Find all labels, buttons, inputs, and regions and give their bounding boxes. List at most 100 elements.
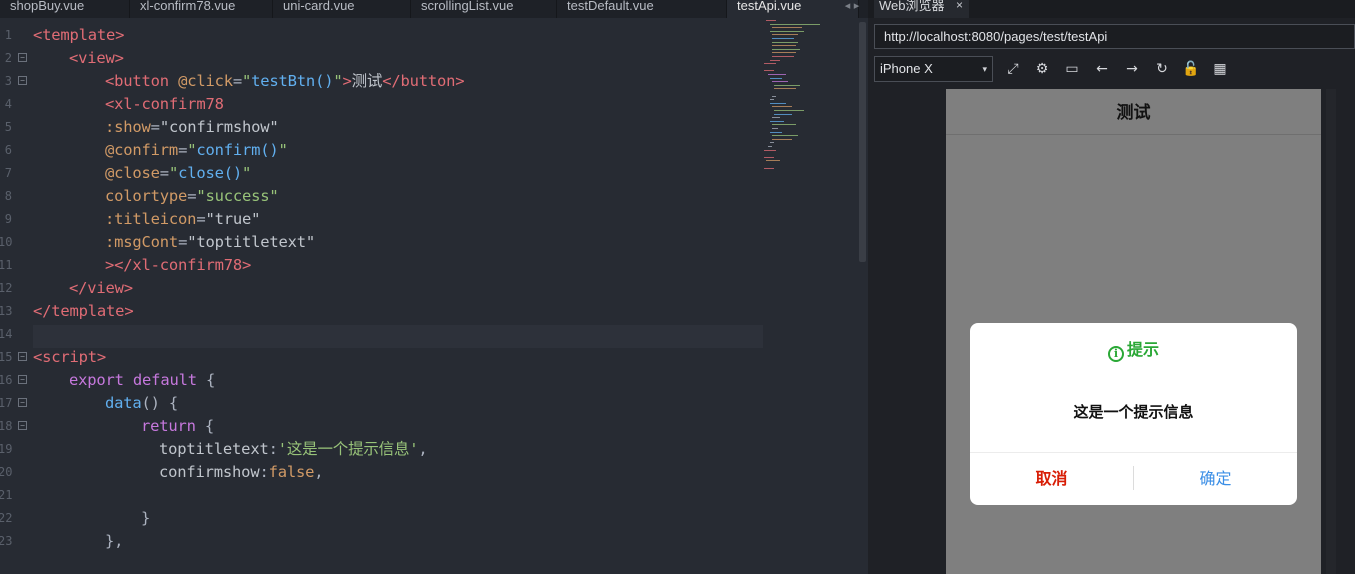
reload-icon[interactable]: ↻ [1152, 59, 1172, 79]
code-token: = [178, 233, 188, 251]
code-line[interactable]: }, [33, 532, 763, 555]
editor-scrollbar[interactable] [859, 22, 866, 262]
code-line[interactable]: ></xl-confirm78> [33, 256, 763, 279]
editor-tab[interactable]: scrollingList.vue [411, 0, 557, 18]
line-number-gutter: 1 2−3−4 5 6 7 8 9 10 11 12 13 14 15−16−17−18−19 20 21 2… [0, 26, 30, 555]
close-icon[interactable]: × [956, 0, 963, 11]
code-line[interactable]: return { [33, 417, 763, 440]
editor-tab[interactable]: uni-card.vue [273, 0, 411, 18]
editor-tab[interactable]: testDefault.vue [557, 0, 727, 18]
console-icon[interactable]: ▭ [1062, 59, 1082, 79]
minimap-line [772, 34, 798, 36]
minimap-line [772, 48, 800, 50]
code-token: }, [105, 532, 124, 550]
minimap-line [774, 113, 792, 115]
rotate-icon[interactable]: ⤢ [1003, 59, 1023, 79]
fold-toggle-icon[interactable]: − [18, 398, 27, 407]
code-line[interactable]: <button @click="testBtn()">测试</button> [33, 72, 763, 95]
code-token: close() [178, 164, 243, 182]
code-token: = [187, 187, 197, 205]
minimap-line [768, 74, 786, 75]
line-number-text: 5 [4, 120, 12, 134]
minimap-line [764, 70, 774, 72]
tab-scroll-arrows[interactable]: ◂ ▸ [836, 0, 868, 18]
code-token: export default [69, 371, 197, 389]
code-token: = [232, 72, 242, 90]
code-line[interactable]: :show="confirmshow" [33, 118, 763, 141]
code-token: " [242, 164, 252, 182]
fold-toggle-icon[interactable]: − [18, 421, 27, 430]
forward-icon[interactable]: → [1122, 59, 1142, 79]
cancel-button[interactable]: 取消 [970, 453, 1133, 505]
code-token: confirmshow [159, 463, 260, 481]
fold-toggle-icon[interactable]: − [18, 352, 27, 361]
code-line[interactable] [33, 325, 763, 348]
line-number-text: 22 [0, 511, 13, 525]
qrcode-icon[interactable]: ▦ [1210, 59, 1230, 79]
code-line[interactable]: </template> [33, 302, 763, 325]
minimap-line [772, 95, 776, 97]
minimap-line [772, 124, 796, 126]
code-token: toptitletext [159, 440, 269, 458]
code-token: </view> [69, 279, 133, 297]
device-select[interactable]: iPhone X ▾ [874, 56, 993, 82]
lock-icon[interactable]: 🔓 [1181, 59, 1201, 79]
code-token: :show [105, 118, 151, 136]
fold-toggle-icon[interactable]: − [18, 76, 27, 85]
code-token: data [105, 394, 142, 412]
dialog-footer: 取消 确定 [970, 452, 1297, 505]
editor-tab[interactable]: shopBuy.vue [0, 0, 130, 18]
code-line[interactable]: :msgCont="toptitletext" [33, 233, 763, 256]
code-area[interactable]: <template> <view> <button @click="testBtn(… [33, 26, 763, 555]
line-number: 23 [0, 532, 30, 555]
page-title: 测试 [946, 89, 1321, 135]
browser-scrollbar[interactable] [1326, 89, 1336, 574]
code-line[interactable] [33, 486, 763, 509]
code-line[interactable]: colortype="success" [33, 187, 763, 210]
fold-toggle-icon[interactable]: − [18, 375, 27, 384]
minimap-line [770, 30, 804, 32]
code-line[interactable]: :titleicon="true" [33, 210, 763, 233]
code-line[interactable]: <template> [33, 26, 763, 49]
editor-tab[interactable]: xl-confirm78.vue [130, 0, 273, 18]
code-editor[interactable]: shopBuy.vue xl-confirm78.vue uni-card.vue s… [0, 0, 868, 574]
line-number-text: 2 [4, 51, 12, 65]
code-token: <template> [33, 26, 125, 44]
code-token: :msgCont [105, 233, 179, 251]
code-line[interactable]: toptitletext:'这是一个提示信息', [33, 440, 763, 463]
line-number-text: 23 [0, 534, 13, 548]
code-token: } [141, 509, 151, 527]
minimap-line [772, 117, 780, 119]
code-line[interactable]: </view> [33, 279, 763, 302]
code-line[interactable]: <xl-confirm78 [33, 95, 763, 118]
settings-icon[interactable]: ⚙ [1032, 59, 1052, 79]
code-line[interactable]: export default { [33, 371, 763, 394]
browser-tab-bar: Web浏览器 × [868, 0, 1355, 18]
line-number-text: 12 [0, 281, 13, 295]
line-number: 8 [0, 187, 30, 210]
code-token: { [195, 417, 215, 435]
code-token: @click [178, 72, 233, 90]
code-line[interactable]: confirmshow:false, [33, 463, 763, 486]
url-input[interactable]: http://localhost:8080/pages/test/testApi [874, 24, 1355, 49]
browser-tab[interactable]: Web浏览器 × [874, 0, 969, 18]
line-number-text: 10 [0, 235, 13, 249]
code-line[interactable]: } [33, 509, 763, 532]
line-number: 9 [0, 210, 30, 233]
code-line[interactable]: data() { [33, 394, 763, 417]
back-icon[interactable]: ← [1092, 59, 1112, 79]
line-number: 2− [0, 49, 30, 72]
code-token: : [259, 463, 269, 481]
code-line[interactable]: <view> [33, 49, 763, 72]
line-number-text: 3 [4, 74, 12, 88]
code-line[interactable]: @confirm="confirm()" [33, 141, 763, 164]
code-line[interactable]: @close="close()" [33, 164, 763, 187]
confirm-button[interactable]: 确定 [1134, 453, 1297, 505]
minimap[interactable] [762, 20, 824, 180]
line-number: 22 [0, 509, 30, 532]
code-token: </template> [33, 302, 134, 320]
fold-toggle-icon[interactable]: − [18, 53, 27, 62]
code-token: "toptitletext" [187, 233, 316, 251]
minimap-line [764, 63, 776, 65]
code-line[interactable]: <script> [33, 348, 763, 371]
